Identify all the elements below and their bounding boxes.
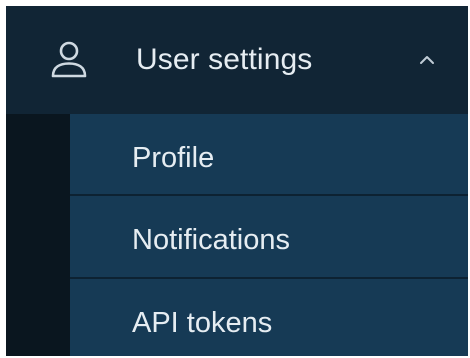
submenu-item-notifications[interactable]: Notifications xyxy=(70,196,468,277)
user-settings-title: User settings xyxy=(136,43,313,76)
submenu-item-label: Profile xyxy=(132,142,215,174)
submenu-item-profile[interactable]: Profile xyxy=(70,114,468,195)
user-settings-submenu: Profile Notifications API tokens xyxy=(6,114,468,356)
user-settings-menu: User settings Profile Notifications API … xyxy=(6,6,468,356)
submenu-item-api-tokens[interactable]: API tokens xyxy=(70,279,468,356)
submenu-items: Profile Notifications API tokens xyxy=(70,114,468,356)
user-icon xyxy=(51,41,87,78)
submenu-gutter xyxy=(6,114,70,356)
user-settings-toggle[interactable]: User settings xyxy=(6,6,468,114)
submenu-item-label: Notifications xyxy=(132,224,290,256)
submenu-item-label: API tokens xyxy=(132,307,273,339)
chevron-up-icon[interactable] xyxy=(418,54,436,66)
